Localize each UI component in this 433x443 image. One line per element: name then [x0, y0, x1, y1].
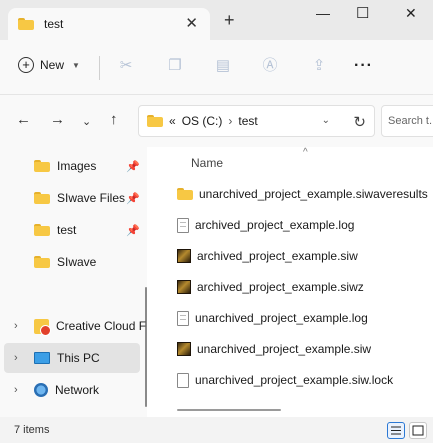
- sidebar-item-label: SIwave Files: [57, 191, 126, 205]
- column-header-name[interactable]: Name: [191, 156, 223, 170]
- file-row[interactable]: unarchived_project_example.siw.lock: [177, 368, 393, 392]
- minimize-button[interactable]: —: [316, 5, 330, 21]
- file-name: unarchived_project_example.siw: [197, 342, 372, 356]
- new-button[interactable]: + New ▼: [18, 57, 80, 73]
- close-window-button[interactable]: ✕: [405, 5, 417, 22]
- sidebar-item-creative-cloud[interactable]: Creative Cloud F: [34, 312, 146, 340]
- chevron-down-icon: ▼: [72, 60, 80, 70]
- folder-icon: [177, 188, 193, 200]
- folder-icon: [18, 18, 34, 30]
- share-icon[interactable]: ⇪: [310, 57, 328, 75]
- sidebar-item-label: test: [57, 223, 77, 237]
- back-button[interactable]: ←: [16, 112, 31, 128]
- file-row[interactable]: unarchived_project_example.siw: [177, 337, 371, 361]
- expand-chevron-icon[interactable]: ›: [14, 384, 18, 396]
- file-name: unarchived_project_example.siwaveresults: [199, 187, 428, 201]
- network-icon: [34, 383, 48, 397]
- address-row: ← → ⌄ ↑ « OS (C:) › test ⌄ ↻ Search t...: [0, 95, 433, 147]
- folder-icon: [34, 224, 50, 236]
- more-options-button[interactable]: ···: [354, 57, 373, 75]
- this-pc-icon: [34, 352, 50, 364]
- paste-icon[interactable]: ▤: [214, 57, 232, 75]
- file-name: unarchived_project_example.siw.lock: [195, 373, 394, 387]
- copy-icon[interactable]: ❐: [166, 57, 184, 75]
- breadcrumb-test[interactable]: test: [238, 114, 257, 128]
- folder-icon: [34, 256, 50, 268]
- pin-icon: 📌: [126, 225, 140, 237]
- sidebar-item-label: SIwave: [57, 255, 97, 269]
- item-count: 7 items: [14, 424, 50, 436]
- file-row[interactable]: archived_project_example.log: [177, 213, 354, 237]
- tab-test[interactable]: test ✕: [8, 8, 210, 40]
- status-bar: 7 items: [0, 417, 433, 443]
- sidebar-item-siwave[interactable]: SIwave: [34, 248, 96, 276]
- tab-title: test: [44, 17, 64, 31]
- navigation-pane: Images 📌 SIwave Files 📌 test 📌 SIwave › …: [0, 147, 147, 417]
- toolbar-divider: [99, 56, 100, 80]
- sidebar-item-label: Network: [55, 383, 100, 397]
- sidebar-item-label: Creative Cloud F: [56, 319, 147, 333]
- rename-icon[interactable]: Ⓐ: [261, 57, 279, 75]
- maximize-button[interactable]: ☐: [356, 4, 369, 22]
- file-list: ^ Name unarchived_project_example.siwave…: [147, 147, 433, 417]
- sidebar-item-test[interactable]: test: [34, 216, 76, 244]
- address-dropdown-icon[interactable]: ⌄: [322, 115, 330, 126]
- address-bar[interactable]: « OS (C:) › test ⌄ ↻: [138, 105, 375, 137]
- recent-locations-button[interactable]: ⌄: [82, 114, 91, 130]
- sidebar-item-network[interactable]: Network: [34, 376, 99, 404]
- sidebar-item-label: Images: [57, 159, 97, 173]
- file-row[interactable]: unarchived_project_example.siwaveresults: [177, 182, 428, 206]
- text-file-icon: [177, 217, 189, 233]
- search-input[interactable]: Search t...: [381, 105, 433, 137]
- sidebar-item-siwave-files[interactable]: SIwave Files: [34, 184, 125, 212]
- up-button[interactable]: ↑: [110, 112, 118, 128]
- new-tab-button[interactable]: +: [224, 11, 235, 29]
- forward-button[interactable]: →: [50, 112, 65, 128]
- file-name: unarchived_project_example.log: [195, 311, 368, 325]
- details-view-icon: [391, 426, 401, 435]
- folder-icon: [34, 192, 50, 204]
- details-view-button[interactable]: [387, 422, 405, 439]
- blank-file-icon: [177, 372, 189, 388]
- creative-cloud-icon: [34, 318, 51, 336]
- tiles-view-button[interactable]: [409, 422, 427, 439]
- command-bar: + New ▼ ✂ ❐ ▤ Ⓐ ⇪ ···: [0, 40, 433, 95]
- breadcrumb-separator: ›: [228, 114, 233, 128]
- siwave-file-icon: [177, 280, 191, 294]
- sort-ascending-icon: ^: [303, 147, 308, 158]
- file-name: archived_project_example.siw: [197, 249, 358, 263]
- file-row[interactable]: archived_project_example.siw: [177, 244, 358, 268]
- pin-icon: 📌: [126, 193, 140, 205]
- siwave-file-icon: [177, 342, 191, 356]
- folder-icon: [34, 160, 50, 172]
- pin-icon: 📌: [126, 161, 140, 173]
- cut-icon[interactable]: ✂: [117, 57, 135, 75]
- file-name: archived_project_example.log: [195, 218, 355, 232]
- address-overflow[interactable]: «: [169, 114, 176, 128]
- siwave-file-icon: [177, 249, 191, 263]
- expand-chevron-icon[interactable]: ›: [14, 352, 18, 364]
- sidebar-item-label: This PC: [57, 351, 100, 365]
- title-bar: test ✕ + — ☐ ✕: [0, 0, 433, 40]
- horizontal-scrollbar[interactable]: [177, 409, 281, 411]
- tab-close-icon[interactable]: ✕: [185, 16, 198, 32]
- tiles-view-icon: [412, 425, 424, 436]
- sidebar-item-this-pc[interactable]: This PC: [34, 344, 100, 372]
- file-row[interactable]: unarchived_project_example.log: [177, 306, 368, 330]
- sidebar-item-images[interactable]: Images: [34, 152, 96, 180]
- breadcrumb-os-c[interactable]: OS (C:): [182, 114, 223, 128]
- file-row[interactable]: archived_project_example.siwz: [177, 275, 364, 299]
- new-button-label: New: [40, 58, 65, 72]
- expand-chevron-icon[interactable]: ›: [14, 320, 18, 332]
- plus-icon: +: [18, 57, 34, 73]
- file-name: archived_project_example.siwz: [197, 280, 364, 294]
- text-file-icon: [177, 310, 189, 326]
- refresh-icon[interactable]: ↻: [353, 113, 366, 131]
- folder-icon: [147, 115, 163, 127]
